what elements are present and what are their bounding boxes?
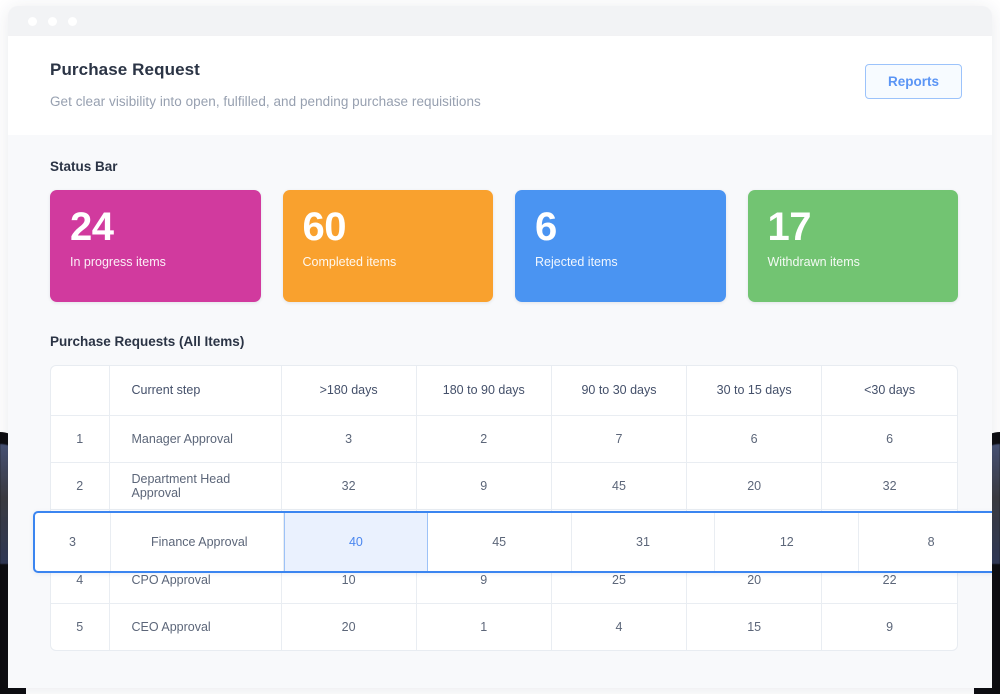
row-value-cell[interactable]: 32 xyxy=(281,462,417,510)
table-header-cell-0[interactable] xyxy=(51,366,110,416)
highlighted-row-value-cell[interactable]: 45 xyxy=(428,513,572,571)
window-titlebar xyxy=(8,6,992,36)
maximize-dot-icon[interactable] xyxy=(68,16,77,26)
screenshot-stage: Purchase Request Get clear visibility in… xyxy=(0,0,1000,694)
page-title: Purchase Request xyxy=(50,60,200,79)
page-header-card: Purchase Request Get clear visibility in… xyxy=(8,36,992,135)
table-header-row: Current step >180 days 180 to 90 days 90 to… xyxy=(51,366,957,416)
row-step-cell: Manager Approval xyxy=(109,415,282,463)
row-step-cell: CEO Approval xyxy=(109,603,282,650)
table-row[interactable]: 5 CEO Approval 20 1 4 15 9 xyxy=(51,603,957,650)
status-card-value: 24 xyxy=(70,205,114,249)
row-index-cell: 5 xyxy=(51,603,110,650)
table-header-cell-5[interactable]: 30 to 15 days xyxy=(686,366,823,416)
status-card-label: In progress items xyxy=(70,255,166,269)
row-value-cell[interactable]: 9 xyxy=(416,462,552,510)
row-value-cell[interactable]: 9 xyxy=(822,603,957,650)
row-value-cell[interactable]: 20 xyxy=(281,603,417,650)
highlighted-row-value-cell[interactable]: 8 xyxy=(859,513,992,571)
status-card-row: 24 In progress items 60 Completed items 6 Rej… xyxy=(50,190,958,302)
status-card-label: Completed items xyxy=(302,255,397,269)
table-header-cell-1[interactable]: Current step xyxy=(109,366,282,416)
purchase-requests-table-card: Current step >180 days 180 to 90 days 90 to… xyxy=(33,365,992,651)
highlighted-row-overlay[interactable]: 3 Finance Approval 40 45 31 12 8 xyxy=(33,511,992,573)
status-card-4[interactable]: 17 Withdrawn items xyxy=(747,190,958,302)
table-header-cell-3[interactable]: 180 to 90 days xyxy=(416,366,552,416)
row-index-cell: 1 xyxy=(51,415,110,463)
row-value-cell[interactable]: 6 xyxy=(686,415,823,463)
status-card-2[interactable]: 60 Completed items xyxy=(282,190,493,302)
browser-window: Purchase Request Get clear visibility in… xyxy=(8,6,992,688)
table-header-cell-4[interactable]: 90 to 30 days xyxy=(551,366,688,416)
row-value-cell[interactable]: 15 xyxy=(686,603,823,650)
highlighted-row-value-cell[interactable]: 12 xyxy=(715,513,860,571)
status-card-3[interactable]: 6 Rejected items xyxy=(515,190,726,302)
purchase-requests-table: Current step >180 days 180 to 90 days 90 to… xyxy=(51,366,957,650)
table-section-label: Purchase Requests (All Items) xyxy=(50,334,245,349)
row-value-cell[interactable]: 45 xyxy=(551,462,688,510)
highlighted-row-value-cell[interactable]: 40 xyxy=(284,513,428,571)
row-value-cell[interactable]: 4 xyxy=(551,603,688,650)
close-dot-icon[interactable] xyxy=(28,16,37,26)
table-header-cell-2[interactable]: >180 days xyxy=(281,366,417,416)
highlighted-row-step[interactable]: Finance Approval xyxy=(111,513,284,571)
highlighted-row-index[interactable]: 3 xyxy=(35,513,111,571)
status-card-label: Withdrawn items xyxy=(767,255,860,269)
table-row[interactable]: 2 Department Head Approval 32 9 45 20 32 xyxy=(51,462,957,510)
row-value-cell[interactable]: 20 xyxy=(686,462,823,510)
page-subtitle: Get clear visibility into open, fulfille… xyxy=(50,94,481,109)
table-row[interactable]: 1 Manager Approval 3 2 7 6 6 xyxy=(51,415,957,463)
row-index-cell: 2 xyxy=(51,462,110,510)
row-value-cell[interactable]: 3 xyxy=(281,415,417,463)
row-step-cell: Department Head Approval xyxy=(109,462,282,510)
row-value-cell[interactable]: 6 xyxy=(821,415,957,463)
status-bar-label: Status Bar xyxy=(50,159,118,174)
dashboard-body: Status Bar 24 In progress items 60 Complete… xyxy=(8,135,992,688)
status-card-1[interactable]: 24 In progress items xyxy=(50,190,261,302)
row-value-cell[interactable]: 2 xyxy=(416,415,552,463)
status-card-value: 17 xyxy=(767,205,812,249)
table-header-cell-6[interactable]: <30 days xyxy=(821,366,957,416)
reports-button[interactable]: Reports xyxy=(864,64,962,99)
status-card-value: 60 xyxy=(302,205,347,249)
highlighted-row-value-cell[interactable]: 31 xyxy=(572,513,716,571)
minimize-dot-icon[interactable] xyxy=(48,16,57,26)
status-card-label: Rejected items xyxy=(535,255,618,269)
row-value-cell[interactable]: 32 xyxy=(821,462,957,510)
row-value-cell[interactable]: 1 xyxy=(416,603,552,650)
header-text-block: Purchase Request Get clear visibility in… xyxy=(50,60,481,109)
row-value-cell[interactable]: 7 xyxy=(551,415,688,463)
status-card-value: 6 xyxy=(535,205,557,249)
